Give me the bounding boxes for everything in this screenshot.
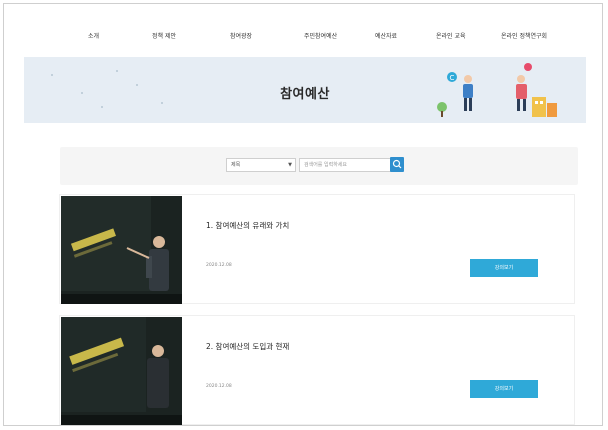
hero-banner: 참여예산 C (24, 57, 586, 123)
search-type-select[interactable]: 제목 ▼ (226, 158, 296, 172)
nav-item-online-education[interactable]: 온라인 교육 (436, 31, 466, 40)
nav-item-budget-data[interactable]: 예산자료 (375, 31, 397, 40)
lecture-video-image (61, 317, 182, 425)
lecture-video-image (61, 196, 182, 304)
lecture-card: 2. 참여예산의 도입과 현재 2020.12.08 강의보기 (59, 315, 575, 425)
view-lecture-button[interactable]: 강의보기 (470, 259, 538, 277)
view-lecture-button[interactable]: 강의보기 (470, 380, 538, 398)
lecture-title[interactable]: 1. 참여예산의 유래와 가치 (206, 220, 289, 231)
nav-item-policy-research[interactable]: 온라인 정책연구회 (501, 31, 547, 40)
nav-item-policy-proposal[interactable]: 정책 제안 (152, 31, 176, 40)
lecture-date: 2020.12.08 (206, 384, 232, 389)
search-button[interactable] (390, 157, 404, 172)
lecture-title[interactable]: 2. 참여예산의 도입과 현재 (206, 341, 289, 352)
top-navigation: 소개 정책 제안 참여광장 주민참여예산 예산자료 온라인 교육 온라인 정책연… (4, 4, 602, 56)
search-type-value: 제목 (231, 162, 241, 168)
lecture-card: 1. 참여예산의 유래와 가치 2020.12.08 강의보기 (59, 194, 575, 304)
people-illustration: C (437, 63, 557, 117)
search-bar: 제목 ▼ 검색어를 입력하세요 (60, 147, 578, 185)
nav-item-participatory-budget[interactable]: 주민참여예산 (304, 31, 337, 40)
search-icon (392, 159, 402, 169)
lecture-thumbnail[interactable] (61, 317, 182, 425)
nav-item-about[interactable]: 소개 (88, 31, 99, 40)
lecture-date: 2020.12.08 (206, 263, 232, 268)
search-input[interactable]: 검색어를 입력하세요 (299, 158, 395, 172)
nav-item-participation[interactable]: 참여광장 (230, 31, 252, 40)
chevron-down-icon: ▼ (288, 162, 292, 168)
page-frame: 소개 정책 제안 참여광장 주민참여예산 예산자료 온라인 교육 온라인 정책연… (3, 3, 603, 426)
svg-text:C: C (450, 74, 455, 82)
lecture-thumbnail[interactable] (61, 196, 182, 304)
